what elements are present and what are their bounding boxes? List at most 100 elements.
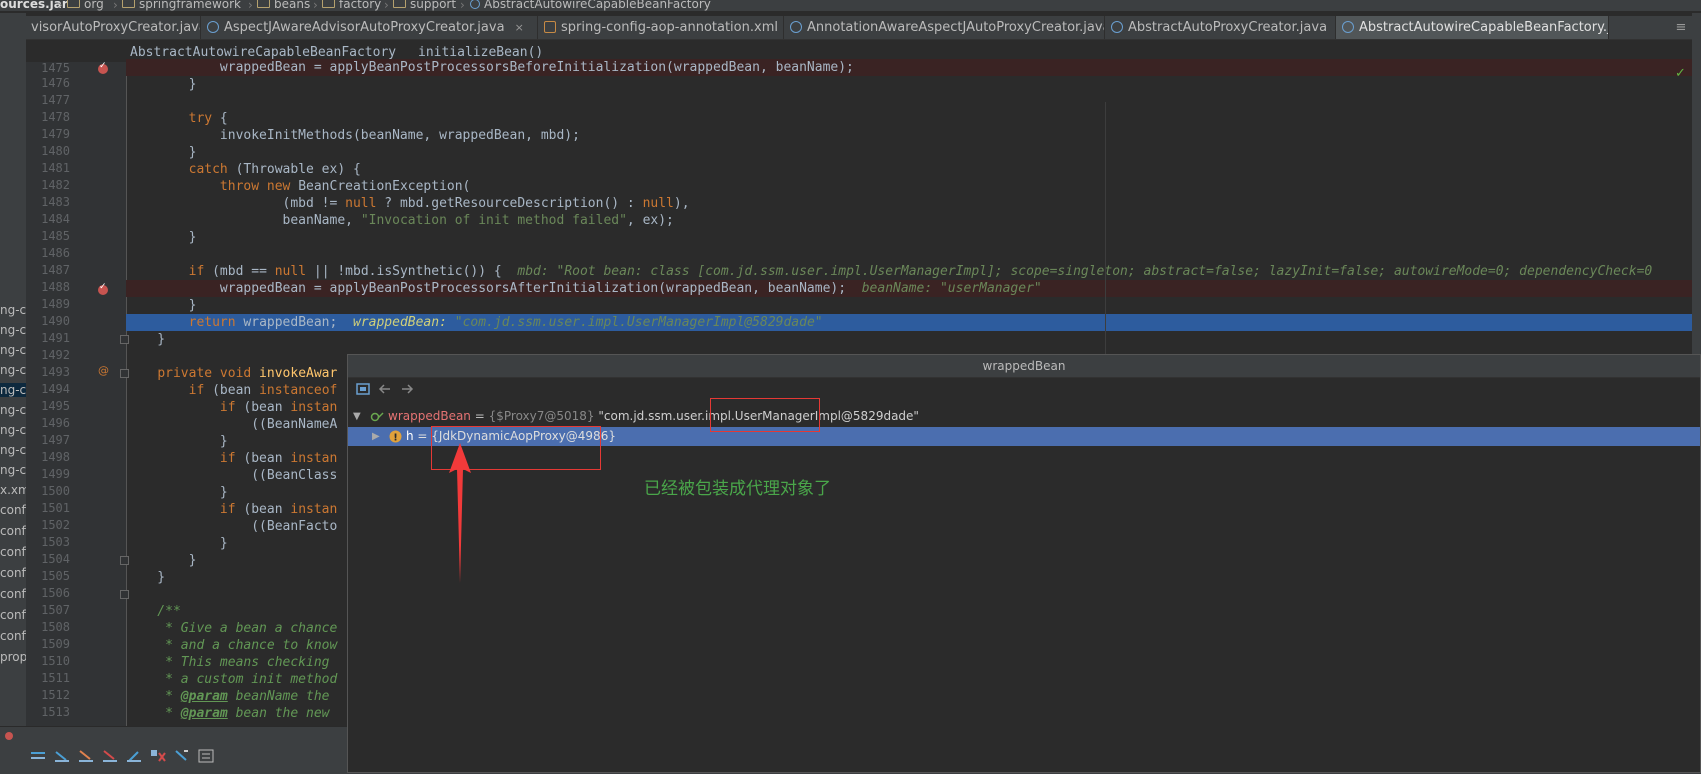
editor-breadcrumb-class[interactable]: AbstractAutowireCapableBeanFactory — [130, 45, 396, 60]
project-item[interactable]: ng-co — [0, 363, 26, 377]
debug-inline-value: beanName: "userManager" — [846, 281, 1042, 296]
code-line: (mbd != null ? mbd.getResourceDescriptio… — [126, 196, 690, 211]
class-icon — [790, 21, 802, 33]
show-execution-point-icon[interactable] — [30, 749, 46, 763]
close-icon[interactable]: × — [515, 16, 524, 39]
folder-icon — [67, 0, 80, 8]
line-number: 1505 — [41, 569, 70, 583]
line-number: 1491 — [41, 331, 70, 345]
evaluate-expression-icon[interactable] — [198, 749, 214, 763]
variable-name: h — [406, 429, 414, 443]
tab-label: AbstractAutowireCapableBeanFactory.java — [1359, 20, 1609, 35]
debug-inline-value: mbd: "Root bean: class [com.jd.ssm.user.… — [501, 264, 1653, 279]
project-item[interactable]: ng-co — [0, 423, 26, 437]
breadcrumb-separator: › — [58, 0, 63, 11]
drop-frame-icon[interactable] — [150, 749, 166, 763]
line-number: 1476 — [41, 76, 70, 90]
expand-triangle-icon[interactable]: ▼ — [353, 407, 361, 426]
project-item[interactable]: confi — [0, 545, 26, 559]
variable-value: "com.jd.ssm.user.imp — [594, 409, 728, 423]
line-number: 1478 — [41, 110, 70, 124]
tab-abstract-auto-proxy-creator[interactable]: AbstractAutoProxyCreator.java× — [1105, 16, 1336, 39]
line-number-gutter[interactable]: 1475 1476 1477 1478 1479 1480 1481 1482 … — [26, 61, 129, 726]
line-number: 1494 — [41, 382, 70, 396]
force-step-into-icon[interactable] — [102, 749, 118, 763]
line-number: 1493 — [41, 365, 70, 379]
line-number: 1502 — [41, 518, 70, 532]
override-icon[interactable]: @ — [98, 364, 109, 377]
code-line: } — [126, 230, 197, 245]
run-to-cursor-icon[interactable] — [174, 749, 190, 763]
breadcrumb-beans[interactable]: beans — [257, 0, 310, 11]
project-item[interactable]: confi — [0, 566, 26, 580]
collapsed-triangle-icon[interactable]: ▶ — [372, 427, 380, 446]
line-number: 1496 — [41, 416, 70, 430]
project-item[interactable]: prop — [0, 650, 26, 664]
line-number: 1480 — [41, 144, 70, 158]
breadcrumb-support[interactable]: support — [393, 0, 456, 11]
breakpoint-icon[interactable] — [98, 61, 108, 74]
inspection-ok-icon: ✓ — [1675, 66, 1686, 81]
forward-arrow-icon[interactable] — [400, 384, 414, 395]
xml-file-icon — [544, 21, 556, 33]
line-number: 1503 — [41, 535, 70, 549]
line-number: 1483 — [41, 195, 70, 209]
editor-breadcrumb-method[interactable]: initializeBean() — [418, 45, 543, 60]
execution-line: return wrappedBean; wrappedBean: "com.jd… — [126, 314, 1692, 331]
project-item[interactable]: confi — [0, 503, 26, 517]
project-item[interactable]: ng-co — [0, 303, 26, 317]
code-line: } — [126, 332, 166, 347]
navigation-breadcrumb: ources.jar › org › springframework › bea… — [0, 0, 1701, 11]
folder-icon — [257, 0, 270, 8]
project-item[interactable]: ng-co — [0, 403, 26, 417]
project-item[interactable]: ng-co — [0, 323, 26, 337]
project-item[interactable]: x.xml — [0, 483, 26, 497]
tab-abstract-autowire-capable-bean-factory[interactable]: AbstractAutowireCapableBeanFactory.java× — [1336, 16, 1609, 39]
code-line: wrappedBean = applyBeanPostProcessorsBef… — [126, 59, 1692, 76]
line-number: 1495 — [41, 399, 70, 413]
project-tool-window[interactable]: ng-co ng-co ng-co ng-co ng-co ng-co ng-c… — [0, 13, 26, 726]
step-out-icon[interactable] — [126, 749, 142, 763]
line-number: 1504 — [41, 552, 70, 566]
navigate-icon[interactable] — [356, 383, 370, 396]
breadcrumb-label: factory — [339, 0, 382, 11]
annotation-note: 已经被包装成代理对象了 — [644, 479, 831, 499]
project-item-selected[interactable]: ng-co — [0, 383, 26, 397]
line-number: 1497 — [41, 433, 70, 447]
tab-label: spring-config-aop-annotation.xml — [561, 20, 778, 35]
back-arrow-icon[interactable] — [378, 384, 392, 395]
project-item[interactable]: confi — [0, 524, 26, 538]
project-item[interactable]: confi — [0, 587, 26, 601]
tab-annotation-aware-aspectj-auto-proxy-creator[interactable]: AnnotationAwareAspectJAutoProxyCreator.j… — [784, 16, 1105, 39]
breadcrumb-org[interactable]: org — [67, 0, 104, 11]
line-number: 1499 — [41, 467, 70, 481]
equals-sign: = — [413, 429, 432, 443]
project-item[interactable]: ng-co — [0, 343, 26, 357]
step-over-icon[interactable] — [54, 749, 70, 763]
breakpoint-icon[interactable] — [98, 282, 108, 295]
variable-inspect-popup[interactable]: wrappedBean ▼ wrappedBean = {$Proxy7@501… — [347, 354, 1701, 773]
tab-aspectj-aware-advisor-auto-proxy-creator[interactable]: AspectJAwareAdvisorAutoProxyCreator.java… — [201, 16, 538, 39]
tab-advisor-auto-proxy-creator[interactable]: visorAutoProxyCreator.java× — [26, 16, 201, 39]
breakpoint-icon[interactable] — [4, 731, 20, 745]
project-item[interactable]: confi — [0, 608, 26, 622]
breadcrumb-factory[interactable]: factory — [322, 0, 381, 11]
editor-tab-bar: visorAutoProxyCreator.java× AspectJAware… — [26, 16, 1701, 40]
tab-label: AspectJAwareAdvisorAutoProxyCreator.java — [224, 20, 505, 35]
step-into-icon[interactable] — [78, 749, 94, 763]
project-item[interactable]: ng-co — [0, 443, 26, 457]
breadcrumb-label: springframework — [139, 0, 241, 11]
variable-type: {$Proxy7@5018} — [488, 409, 595, 423]
breadcrumb-springframework[interactable]: springframework — [122, 0, 241, 11]
project-item[interactable]: ng-co — [0, 463, 26, 477]
code-line: beanName, "Invocation of init method fai… — [126, 213, 674, 228]
breadcrumb-separator: › — [313, 0, 318, 11]
tab-spring-config-aop-annotation[interactable]: spring-config-aop-annotation.xml× — [538, 16, 784, 39]
line-number: 1488 — [41, 280, 70, 294]
project-item[interactable]: confi — [0, 629, 26, 643]
line-number: 1507 — [41, 603, 70, 617]
breadcrumb-class[interactable]: AbstractAutowireCapableBeanFactory — [470, 0, 711, 11]
breadcrumb-separator: › — [460, 0, 465, 11]
line-number: 1484 — [41, 212, 70, 226]
tree-row-root[interactable]: ▼ wrappedBean = {$Proxy7@5018} "com.jd.s… — [348, 407, 1700, 426]
